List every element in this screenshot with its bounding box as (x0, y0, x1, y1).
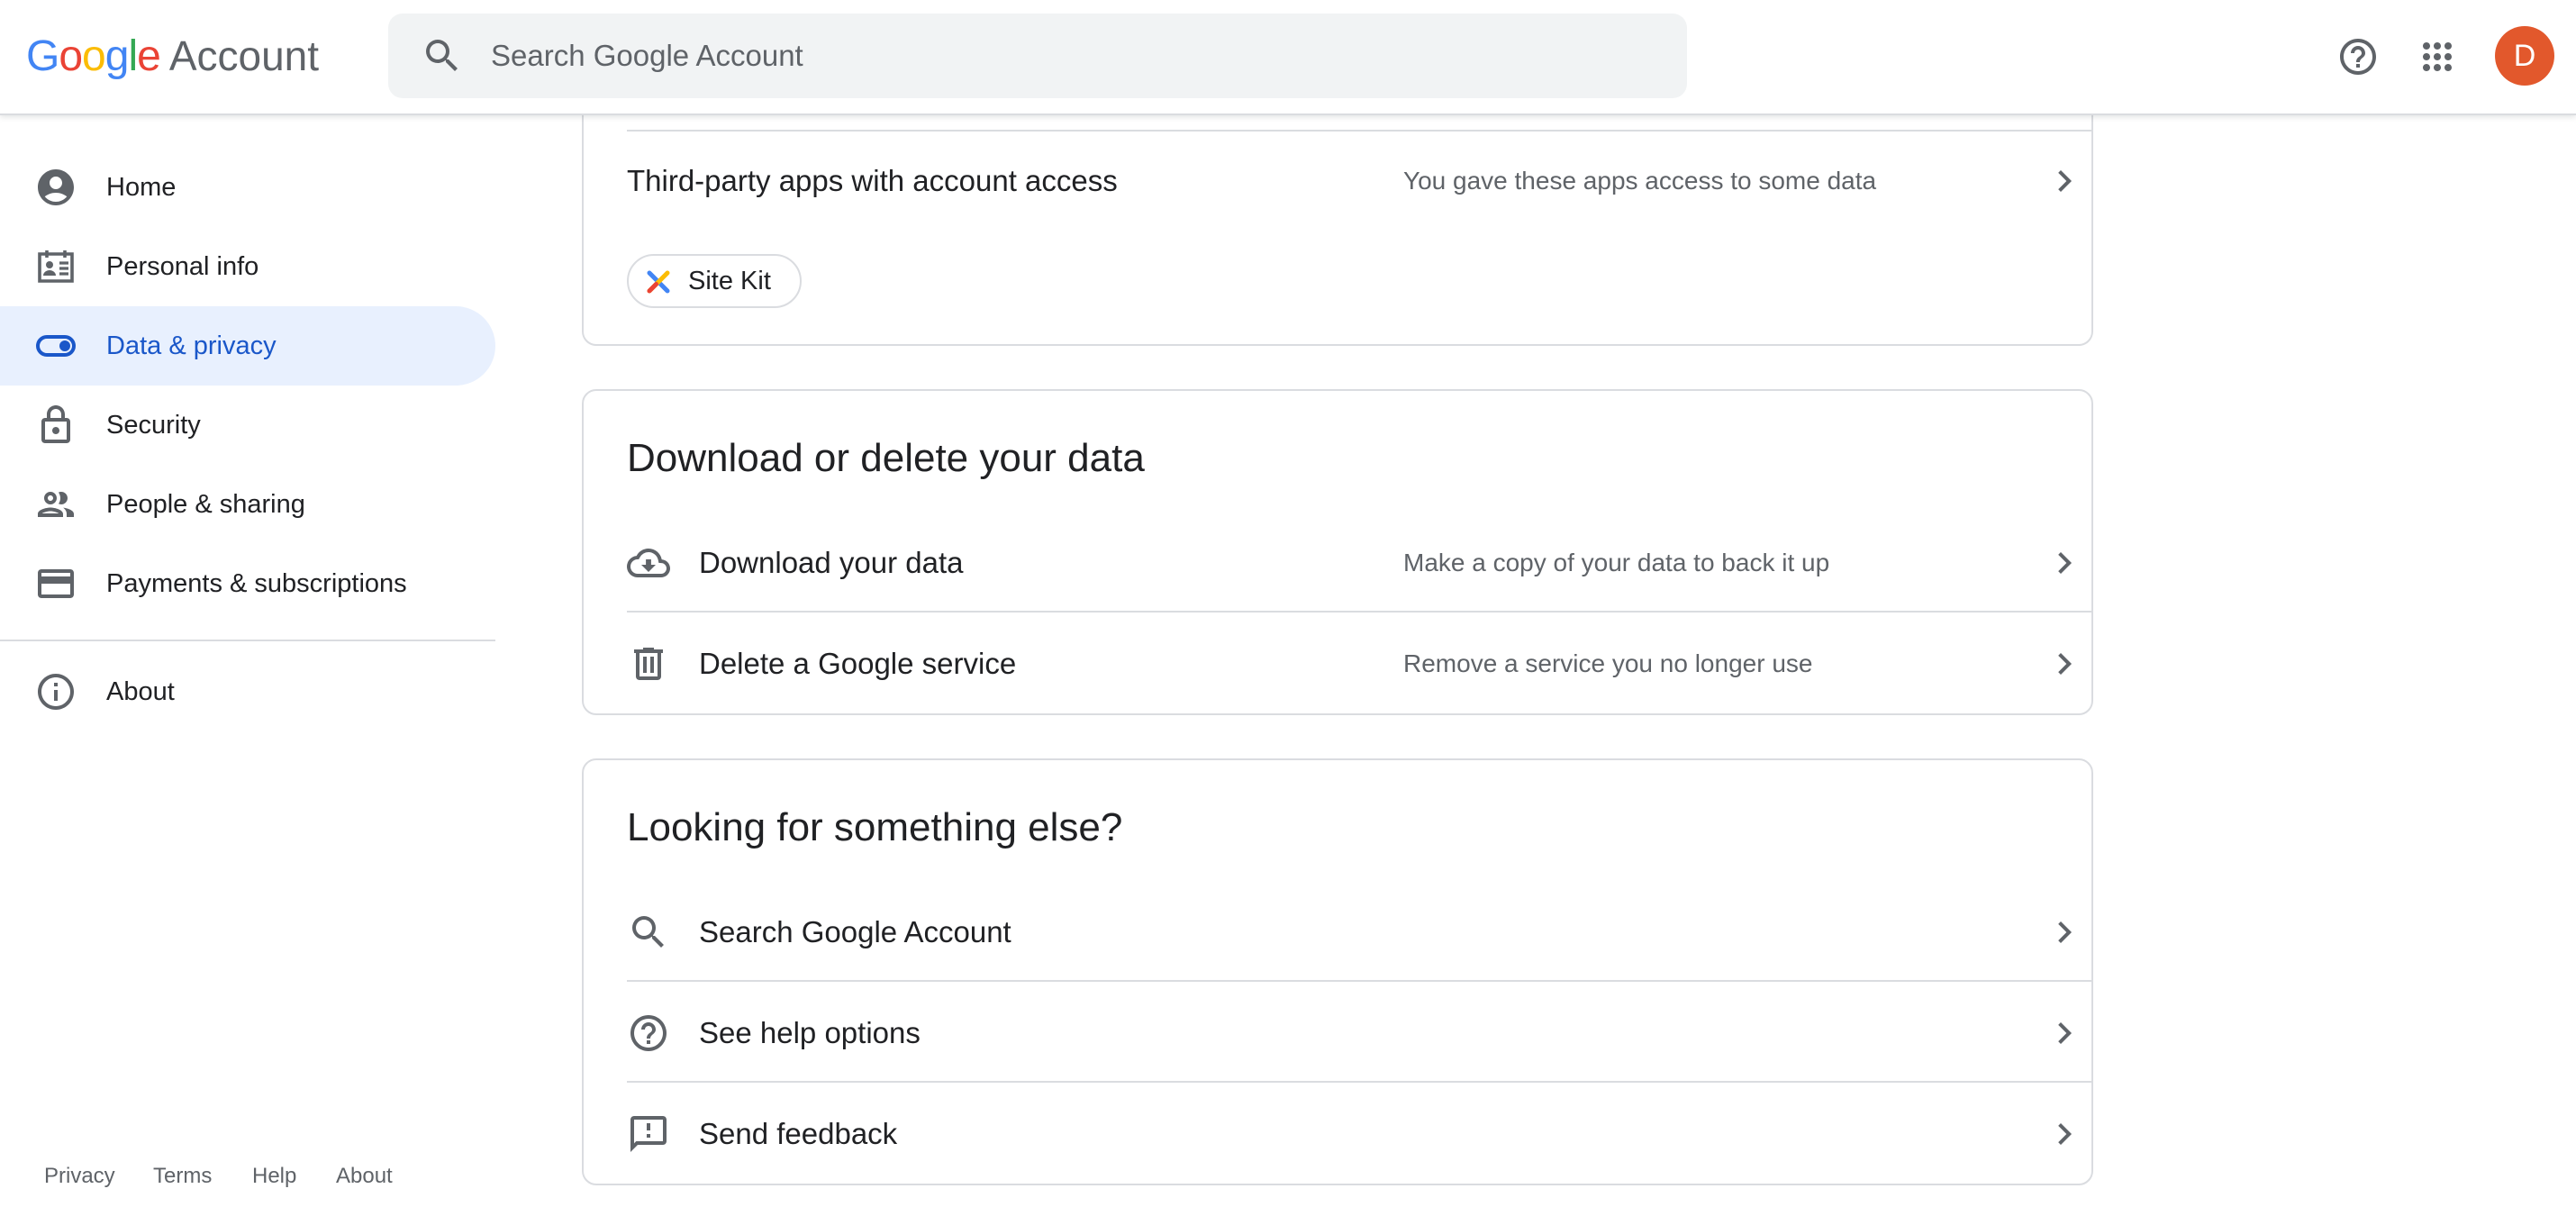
help-button[interactable] (2329, 28, 2387, 86)
help-icon (2340, 39, 2376, 75)
top-app-bar: Google Account D (0, 0, 2576, 115)
search-input[interactable] (491, 14, 1662, 98)
site-kit-chip[interactable]: Site Kit (627, 254, 802, 308)
credit-card-icon (38, 569, 74, 598)
row-label: Send feedback (699, 1117, 898, 1150)
footer-privacy-link[interactable]: Privacy (44, 1164, 115, 1189)
cloud-download-icon (627, 549, 670, 577)
sidebar-item-label: Data & privacy (106, 331, 277, 360)
id-card-icon (38, 250, 74, 283)
delete-google-service-row[interactable]: Delete a Google service Remove a service… (627, 614, 2093, 713)
row-description: Remove a service you no longer use (1403, 649, 1813, 677)
row-label: Search Google Account (699, 915, 1011, 948)
send-feedback-row[interactable]: Send feedback (627, 1084, 2093, 1184)
chevron-right-icon (2058, 170, 2072, 192)
apps-grid-icon (2423, 42, 2452, 71)
site-kit-logo-icon (647, 270, 670, 294)
logo-account-text: Account (168, 32, 320, 79)
apps-button[interactable] (2408, 28, 2466, 86)
card-title: Looking for something else? (627, 805, 1123, 849)
sidebar-item-label: Security (106, 410, 201, 440)
sidebar-item-security[interactable]: Security (0, 386, 495, 465)
sidebar-item-label: About (106, 676, 175, 706)
chevron-right-icon (2058, 1022, 2072, 1044)
lock-icon (41, 405, 70, 443)
sidebar-item-data-privacy[interactable]: Data & privacy (0, 306, 495, 386)
sidebar-item-home[interactable]: Home (0, 148, 495, 227)
third-party-apps-row[interactable]: Third-party apps with account access You… (627, 130, 2093, 231)
toggle-icon (36, 335, 76, 357)
search-icon (632, 916, 664, 948)
avatar[interactable]: D (2495, 26, 2554, 86)
chevron-right-icon (2058, 653, 2072, 675)
download-delete-card: Download or delete your data Download yo… (582, 389, 2093, 715)
footer-terms-link[interactable]: Terms (153, 1164, 212, 1189)
people-icon (38, 492, 74, 517)
feedback-icon (630, 1116, 667, 1152)
row-description: You gave these apps access to some data (1403, 167, 1877, 195)
google-account-logo[interactable]: Google Account (26, 29, 319, 83)
row-label: Third-party apps with account access (627, 164, 1118, 197)
footer-help-link[interactable]: Help (252, 1164, 296, 1189)
chip-label: Site Kit (688, 266, 771, 295)
card-title: Download or delete your data (627, 436, 1145, 480)
account-circle-icon (38, 169, 74, 205)
sidebar-item-personal-info[interactable]: Personal info (0, 227, 495, 306)
sidebar-item-about[interactable]: About (0, 652, 495, 731)
footer-about-link[interactable]: About (336, 1164, 393, 1189)
search-bar[interactable] (388, 14, 1687, 98)
sidebar-item-label: Home (106, 172, 177, 202)
row-label: Download your data (699, 546, 964, 579)
row-description: Make a copy of your data to back it up (1403, 549, 1830, 576)
looking-for-something-else-card: Looking for something else? Search Googl… (582, 758, 2093, 1185)
search-icon[interactable] (421, 34, 464, 77)
download-your-data-row[interactable]: Download your data Make a copy of your d… (627, 513, 2093, 613)
row-label: Delete a Google service (699, 647, 1017, 680)
sidebar-item-label: Personal info (106, 251, 259, 281)
row-divider (627, 1081, 2093, 1083)
sidebar-item-payments[interactable]: Payments & subscriptions (0, 544, 495, 623)
sidebar-divider (0, 640, 495, 641)
sidebar-item-people-sharing[interactable]: People & sharing (0, 465, 495, 544)
chevron-right-icon (2058, 921, 2072, 943)
row-divider (627, 611, 2093, 613)
chevron-right-icon (2058, 1123, 2072, 1145)
info-icon (38, 674, 74, 710)
help-icon (630, 1015, 667, 1051)
trash-icon (634, 648, 663, 680)
sidebar-item-label: Payments & subscriptions (106, 568, 407, 598)
row-label: See help options (699, 1016, 921, 1049)
see-help-options-row[interactable]: See help options (627, 984, 2093, 1083)
sidebar-item-label: People & sharing (106, 489, 305, 519)
chevron-right-icon (2058, 552, 2072, 574)
google-wordmark: Google (26, 32, 161, 80)
row-divider (627, 980, 2093, 982)
search-google-account-row[interactable]: Search Google Account (627, 883, 2093, 982)
